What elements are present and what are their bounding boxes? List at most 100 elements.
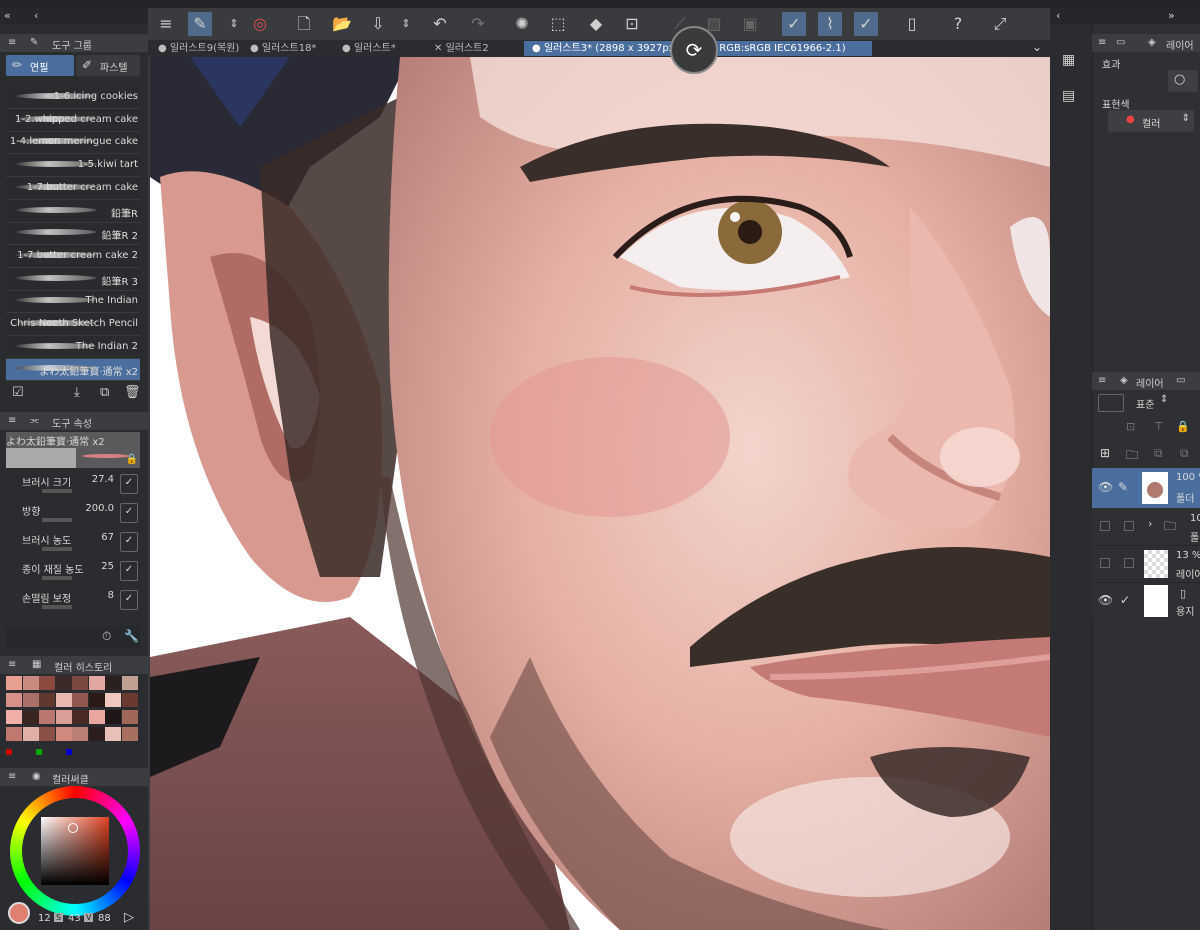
menu-icon[interactable]: ≡ <box>8 415 16 426</box>
layer-row[interactable]: 13 % 레이어 <box>1092 546 1200 583</box>
menu-icon[interactable]: ≡ <box>8 771 16 782</box>
prop-value[interactable]: 27.4 <box>92 474 114 485</box>
prop-slider[interactable] <box>42 576 72 580</box>
layer-row[interactable]: 👁 ✓ ▯ 용지 <box>1092 583 1200 619</box>
undo-icon[interactable]: ↶ <box>428 12 452 36</box>
prop-slider[interactable] <box>42 489 72 493</box>
color-swatch[interactable] <box>22 710 39 724</box>
color-swatch[interactable] <box>39 710 55 724</box>
sub-view-icon[interactable]: ▤ <box>1062 88 1075 104</box>
color-swatch[interactable] <box>105 727 121 741</box>
wrench-icon[interactable]: 🔧 <box>124 629 139 643</box>
fill-icon[interactable]: ◆ <box>584 12 608 36</box>
sv-cursor[interactable] <box>68 823 78 833</box>
prop-toggle-icon[interactable]: ✓ <box>120 503 138 523</box>
color-swatch[interactable] <box>72 710 88 724</box>
duplicate-icon[interactable]: ⧉ <box>100 385 109 400</box>
visibility-box[interactable] <box>1100 521 1110 531</box>
lock-icon[interactable]: 🔒 <box>1176 420 1190 433</box>
brush-item[interactable]: The Indian <box>6 291 140 314</box>
edit-box[interactable] <box>1124 558 1134 568</box>
visibility-box[interactable] <box>1100 558 1110 568</box>
color-swatch[interactable] <box>72 676 88 690</box>
pen-icon[interactable]: ✓ <box>782 12 806 36</box>
prop-value[interactable]: 67 <box>101 532 114 543</box>
rotate-view-icon[interactable]: ⟳ <box>670 26 718 74</box>
selection-icon[interactable]: ⬚ <box>546 12 570 36</box>
edit-box[interactable] <box>1124 521 1134 531</box>
phone-icon[interactable]: ▯ <box>900 12 924 36</box>
target-icon[interactable]: ◎ <box>248 12 272 36</box>
menu-icon[interactable]: ≡ <box>154 12 178 36</box>
copy-layer-icon[interactable]: ⧉ <box>1154 446 1163 461</box>
color-swatch[interactable] <box>121 676 138 690</box>
chevron-left-icon[interactable]: ‹ <box>34 9 38 22</box>
prop-value[interactable]: 8 <box>108 590 114 601</box>
checkbox-icon[interactable]: ☑ <box>12 385 24 400</box>
current-color[interactable] <box>8 902 30 924</box>
brush-item[interactable]: Chris Noeth Sketch Pencil <box>6 314 140 336</box>
color-swatch[interactable] <box>55 727 72 741</box>
color-swatch[interactable] <box>39 727 55 741</box>
frame-icon[interactable]: ▣ <box>738 12 762 36</box>
transform-icon[interactable]: ⊡ <box>620 12 644 36</box>
brush-item[interactable]: 1-4.lemon meringue cake <box>6 132 140 155</box>
color-swatch[interactable] <box>121 727 138 741</box>
color-swatch[interactable] <box>55 693 72 707</box>
menu-icon[interactable]: ≡ <box>8 659 16 670</box>
expression-select[interactable]: ● 컬러 ⇕ <box>1108 110 1194 132</box>
color-swatch[interactable] <box>88 727 105 741</box>
color-swatch[interactable] <box>121 693 138 707</box>
tool-prop-row[interactable]: 방향 200.0 ✓ <box>6 503 140 525</box>
color-swatch[interactable] <box>88 676 105 690</box>
color-swatch[interactable] <box>39 676 55 690</box>
color-swatch[interactable] <box>105 676 121 690</box>
prop-toggle-icon[interactable]: ✓ <box>120 590 138 610</box>
blend-select-box[interactable] <box>1098 394 1124 412</box>
chevron-left-icon[interactable]: ‹ <box>1056 9 1060 22</box>
hue-ring[interactable] <box>10 786 140 916</box>
download-icon[interactable]: ⤓ <box>74 385 80 400</box>
brush-item[interactable]: 鉛筆R 3 <box>6 268 140 291</box>
export-icon[interactable]: ⇩ <box>366 12 390 36</box>
reset-icon[interactable]: ⏱ <box>102 629 111 644</box>
tool-prop-row[interactable]: 손떨림 보정 8 ✓ <box>6 590 140 612</box>
prop-toggle-icon[interactable]: ✓ <box>120 474 138 494</box>
tool-prop-row[interactable]: 브러시 농도 67 ✓ <box>6 532 140 554</box>
menu-icon[interactable]: ≡ <box>1098 375 1106 386</box>
eye-icon[interactable]: 👁 <box>1098 593 1113 607</box>
layer-row[interactable]: 👁 ✎ 100 % 폴더 <box>1092 468 1200 508</box>
merge-icon[interactable]: ⧉ <box>1180 446 1189 461</box>
color-swatch[interactable] <box>55 676 72 690</box>
new-file-icon[interactable]: 🗋 <box>292 12 316 36</box>
navigator-icon[interactable]: ▦ <box>1062 52 1075 68</box>
tab-icon[interactable]: ▭ <box>1176 375 1185 386</box>
tab-pencil[interactable]: ✏ 연필 <box>6 55 74 76</box>
reference-icon[interactable]: ⊡ <box>1126 420 1135 433</box>
brush-item[interactable]: 鉛筆R <box>6 200 140 223</box>
folder-open-icon[interactable]: 📂 <box>330 12 354 36</box>
tab-pastel[interactable]: ✐ 파스텔 <box>76 55 140 76</box>
color-swatch[interactable] <box>121 710 138 724</box>
tool-prop-row[interactable]: 종이 재질 농도 25 ✓ <box>6 561 140 583</box>
effect-toggle[interactable]: ○ <box>1168 70 1198 92</box>
edit-icon[interactable]: ✎ <box>188 12 212 36</box>
tab-document[interactable]: ● 일러스트18* <box>242 41 340 56</box>
prop-slider[interactable] <box>42 605 72 609</box>
pen-pressure-icon[interactable]: ✓ <box>854 12 878 36</box>
prop-slider[interactable] <box>42 518 72 522</box>
color-swatch[interactable] <box>6 727 22 741</box>
redo-icon[interactable]: ↷ <box>466 12 490 36</box>
color-swatch[interactable] <box>55 710 72 724</box>
color-swatch[interactable] <box>72 693 88 707</box>
color-swatch[interactable] <box>39 693 55 707</box>
brush-item[interactable]: よわ太鉛筆寶·通常 x2 <box>6 359 140 382</box>
brush-item[interactable]: 1-2.whipped cream cake <box>6 109 140 132</box>
color-swatch[interactable] <box>105 693 121 707</box>
help-icon[interactable]: ? <box>946 12 970 36</box>
color-swatch[interactable] <box>6 710 22 724</box>
tab-document[interactable]: ● 일러스트9(복원) <box>150 41 248 56</box>
brush-item[interactable]: 1-7.butter cream cake <box>6 177 140 200</box>
chevron-down-icon[interactable]: ⌄ <box>1032 40 1042 54</box>
new-folder-icon[interactable]: 🗀 <box>1126 446 1138 467</box>
